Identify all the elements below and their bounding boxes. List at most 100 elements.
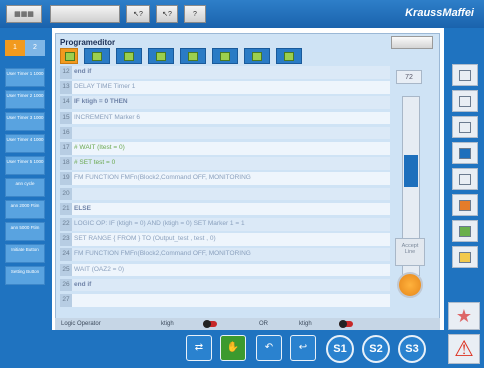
sidebar-item[interactable]: User Timer 1 1000 (5, 68, 45, 87)
machine-icon-glyph (459, 122, 471, 133)
code-line[interactable]: 26 end if (60, 278, 390, 292)
line-code: # WAIT (Itest = 0) (72, 142, 390, 155)
sidebar-item[interactable]: Setting Button (5, 266, 45, 285)
sidebar-item[interactable]: Initiate Button (5, 244, 45, 263)
info-button[interactable]: ↖? (156, 5, 178, 23)
sidebar-item[interactable]: User Timer 3 1000 (5, 112, 45, 131)
code-line[interactable]: 25 WAIT (OAZ2 = 0) (60, 263, 390, 277)
favorites-star-icon[interactable]: ★ (448, 302, 480, 330)
home-icon[interactable] (452, 64, 478, 86)
step-in-icon[interactable]: ⇄ (186, 335, 212, 361)
left-operand-select[interactable]: ktigh (155, 321, 203, 327)
tool-button-7[interactable] (244, 48, 270, 64)
sidebar-item[interactable]: ann 2000 Ftim (5, 200, 45, 219)
sidebar-item[interactable]: ann cycle (5, 178, 45, 197)
edit-icon[interactable] (452, 246, 478, 268)
code-line[interactable]: 13 DELAY TIME Timer 1 (60, 81, 390, 94)
chart-icon[interactable] (452, 194, 478, 216)
code-line[interactable]: 15 INCREMENT Marker 6 (60, 111, 390, 125)
line-number: 26 (60, 278, 72, 292)
code-line[interactable]: 20 (60, 187, 390, 201)
line-code (72, 126, 390, 140)
editor-title: Programeditor (60, 38, 116, 47)
tool-button-3[interactable] (116, 48, 142, 64)
grid-icon[interactable] (452, 142, 478, 164)
code-line[interactable]: 17 # WAIT (Itest = 0) (60, 142, 390, 155)
left-toggle[interactable] (203, 320, 217, 328)
sidebar-item[interactable]: ann 5000 Ftim (5, 222, 45, 241)
io-icon[interactable] (452, 168, 478, 190)
tool-icon (156, 52, 166, 61)
tool-icon (252, 52, 262, 61)
sidebar-item[interactable]: User Timer 4 1000 (5, 134, 45, 153)
tool-button-1[interactable] (60, 48, 78, 64)
sidebar-tab-1[interactable]: 1 (5, 40, 25, 56)
tool-button-5[interactable] (180, 48, 206, 64)
robot-icon-glyph (459, 226, 471, 237)
direction-pad-icon[interactable] (397, 272, 423, 298)
line-number: 15 (60, 111, 72, 125)
line-code: FM FUNCTION FMFn(Block2,Command OFF, MON… (72, 172, 390, 185)
code-line[interactable]: 21 ELSE (60, 202, 390, 216)
editor-top-button[interactable] (391, 36, 433, 49)
tool-button-2[interactable] (84, 48, 110, 64)
code-line[interactable]: 24 FM FUNCTION FMFn(Block2,Command OFF, … (60, 248, 390, 261)
code-line[interactable]: 22 LOGIC OP: IF (ktigh = 0) AND (ktigh =… (60, 218, 390, 231)
line-code: FM FUNCTION FMFn(Block2,Command OFF, MON… (72, 248, 390, 261)
line-code (72, 294, 390, 307)
right-operand-select[interactable]: ktigh (293, 321, 339, 327)
line-number: 25 (60, 263, 72, 277)
line-number: 20 (60, 187, 72, 201)
machine-icon[interactable] (452, 116, 478, 138)
top-bar: ▦▦▦ ↖? ↖? ? KraussMaffei (0, 0, 484, 28)
code-line[interactable]: 18 # SET test = 0 (60, 157, 390, 170)
tree-icon[interactable] (452, 90, 478, 112)
right-sidebar (444, 28, 484, 330)
line-code (72, 187, 390, 201)
hand-step-icon[interactable]: ✋ (220, 335, 246, 361)
code-line[interactable]: 19 FM FUNCTION FMFn(Block2,Command OFF, … (60, 172, 390, 185)
accept-line-button[interactable]: Accept Line (395, 238, 425, 266)
jump-back-icon[interactable]: ↶ (256, 335, 282, 361)
program-editor: Programeditor 12 end if 13 DELAY TIME Timer… (55, 33, 440, 333)
line-number: 23 (60, 233, 72, 246)
code-lines: 12 end if 13 DELAY TIME Timer 1 14 IF ktigh =… (60, 66, 390, 311)
line-counter: 72 (396, 70, 422, 84)
tool-button-4[interactable] (148, 48, 174, 64)
right-toggle[interactable] (339, 320, 353, 328)
line-number: 16 (60, 126, 72, 140)
tool-button-8[interactable] (276, 48, 302, 64)
robot-icon[interactable] (452, 220, 478, 242)
sidebar-tab-2[interactable]: 2 (25, 40, 45, 56)
s1-button[interactable]: S1 (326, 335, 354, 363)
status-field[interactable] (50, 5, 120, 23)
tool-icon (284, 52, 294, 61)
tool-icon (92, 52, 102, 61)
line-number: 21 (60, 202, 72, 216)
sidebar-item[interactable]: User Timer 5 1000 (5, 156, 45, 175)
code-line[interactable]: 23 SET RANGE { FROM } TO (Output_test , … (60, 233, 390, 246)
warning-icon[interactable]: ⚠ (448, 334, 480, 364)
parameter-row: Logic Operator ktigh OR ktigh (55, 318, 440, 330)
s3-button[interactable]: S3 (398, 335, 426, 363)
line-number: 19 (60, 172, 72, 185)
line-number: 18 (60, 157, 72, 170)
return-icon[interactable]: ↩ (290, 335, 316, 361)
home-icon-glyph (459, 70, 471, 81)
tool-button-6[interactable] (212, 48, 238, 64)
menu-button[interactable]: ▦▦▦ (6, 5, 42, 23)
question-button[interactable]: ? (184, 5, 206, 23)
code-line[interactable]: 16 (60, 126, 390, 140)
line-code: SET RANGE { FROM } TO (Output_test , tes… (72, 233, 390, 246)
grid-icon-glyph (459, 148, 471, 159)
tool-icon (124, 52, 134, 61)
help-arrow-button[interactable]: ↖? (126, 5, 150, 23)
code-line[interactable]: 14 IF ktigh = 0 THEN (60, 96, 390, 109)
code-line[interactable]: 27 (60, 294, 390, 307)
io-icon-glyph (459, 174, 471, 185)
line-code: INCREMENT Marker 6 (72, 111, 390, 125)
code-line[interactable]: 12 end if (60, 66, 390, 79)
sidebar-item[interactable]: User Timer 2 1000 (5, 90, 45, 109)
s2-button[interactable]: S2 (362, 335, 390, 363)
scroll-thumb[interactable] (404, 155, 418, 187)
